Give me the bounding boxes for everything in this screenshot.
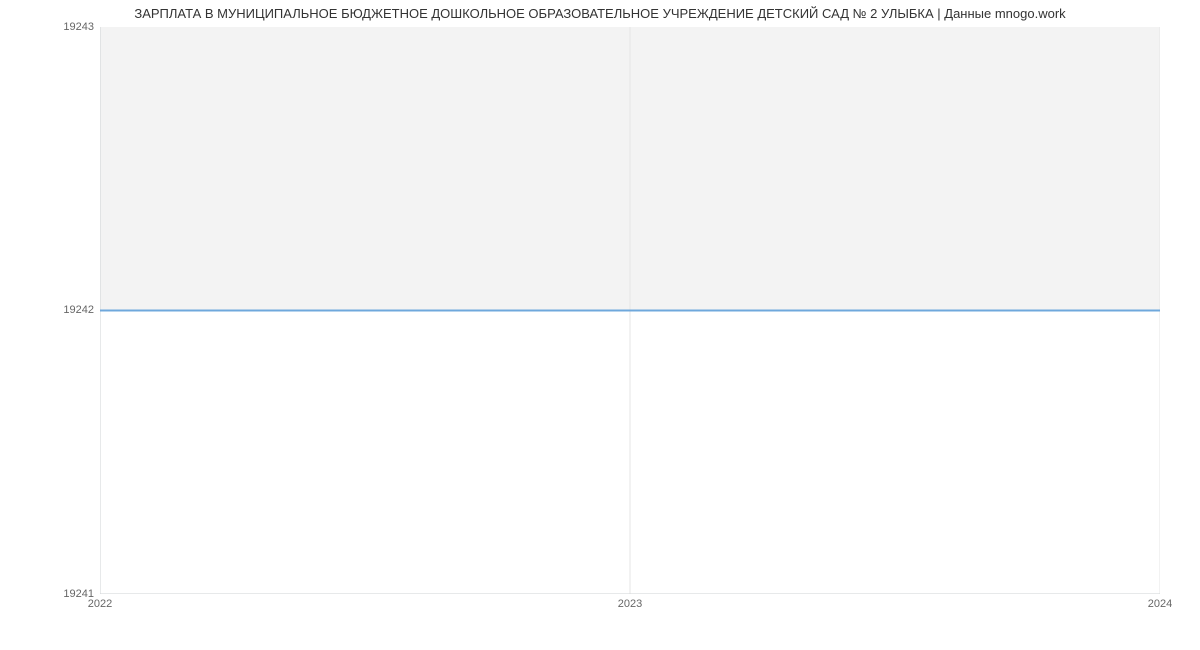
y-tick-label: 19241 xyxy=(4,588,94,600)
x-tick-label: 2022 xyxy=(88,598,112,610)
chart-title: ЗАРПЛАТА В МУНИЦИПАЛЬНОЕ БЮДЖЕТНОЕ ДОШКО… xyxy=(0,6,1200,21)
plot-svg xyxy=(100,27,1160,594)
salary-line-chart: ЗАРПЛАТА В МУНИЦИПАЛЬНОЕ БЮДЖЕТНОЕ ДОШКО… xyxy=(0,0,1200,650)
x-tick-label: 2024 xyxy=(1148,598,1172,610)
y-tick-label: 19242 xyxy=(4,304,94,316)
y-tick-label: 19243 xyxy=(4,21,94,33)
plot-area xyxy=(100,27,1160,594)
x-tick-label: 2023 xyxy=(618,598,642,610)
